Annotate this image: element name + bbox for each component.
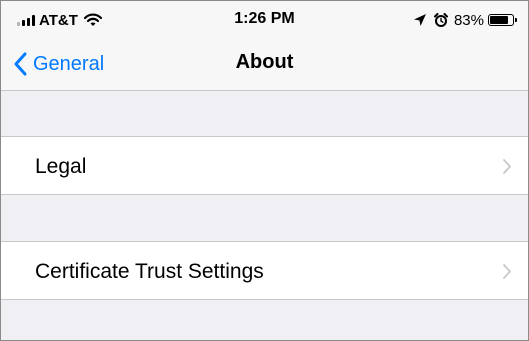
location-arrow-icon <box>413 13 427 27</box>
row-label: Certificate Trust Settings <box>35 260 264 283</box>
row-certificate-trust-settings[interactable]: Certificate Trust Settings <box>1 241 528 300</box>
page-title: About <box>235 51 294 73</box>
navigation-bar: General About <box>1 41 528 89</box>
alarm-icon <box>433 12 448 28</box>
settings-screen: AT&T 1:26 PM 83% General About Legal Cer… <box>0 0 529 341</box>
battery-percent: 83% <box>453 11 484 29</box>
header-area: AT&T 1:26 PM 83% General About <box>1 1 528 91</box>
status-bar: AT&T 1:26 PM 83% <box>1 1 528 41</box>
status-right: 83% <box>413 10 517 30</box>
row-legal[interactable]: Legal <box>1 136 528 195</box>
chevron-right-icon <box>502 263 512 280</box>
row-label: Legal <box>35 155 87 178</box>
chevron-right-icon <box>502 158 512 175</box>
battery-icon <box>488 14 517 26</box>
